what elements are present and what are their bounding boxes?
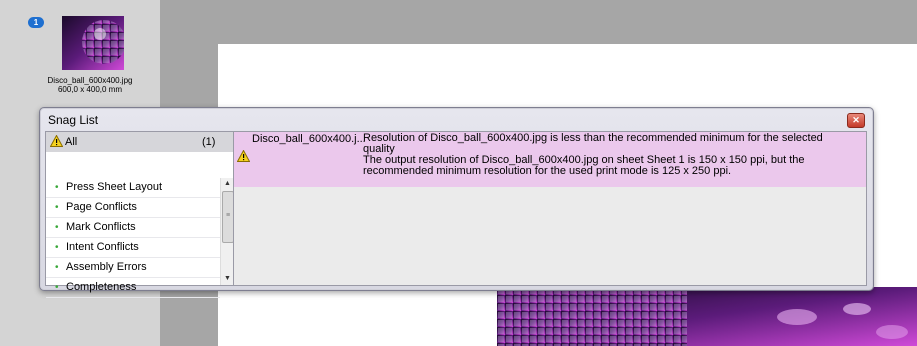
category-label: Intent Conflicts [66, 241, 139, 253]
close-icon[interactable]: ✕ [847, 113, 865, 128]
category-press-sheet-layout[interactable]: • Press Sheet Layout [46, 178, 220, 198]
warning-icon [50, 135, 63, 147]
all-snags-count: (1) [202, 136, 216, 148]
category-label: Assembly Errors [66, 261, 147, 273]
issue-message-line: recommended minimum resolution for the u… [363, 165, 732, 177]
snag-category-pane: All (1) • Press Sheet Layout • Page Confli… [45, 131, 234, 298]
category-label: Page Conflicts [66, 201, 137, 213]
category-page-conflicts[interactable]: • Page Conflicts [46, 198, 220, 218]
category-completeness[interactable]: • Completeness [46, 278, 220, 298]
all-snags-item[interactable]: All (1) [46, 132, 233, 152]
category-list: • Press Sheet Layout • Page Conflicts • Mar… [46, 178, 220, 298]
category-intent-conflicts[interactable]: • Intent Conflicts [46, 238, 220, 258]
category-scrollbar[interactable]: ▲ ≡ ▼ [220, 178, 234, 285]
bullet-icon: • [55, 182, 59, 193]
bullet-icon: • [55, 262, 59, 273]
bullet-icon: • [55, 242, 59, 253]
snag-list-window[interactable]: Snag List ✕ All (1) • Press Sheet Layout … [39, 107, 874, 298]
bullet-icon: • [55, 282, 59, 293]
snag-issue-row[interactable]: Disco_ball_600x400.j... Resolution of Di… [234, 132, 866, 187]
placed-image[interactable] [497, 287, 917, 346]
thumbnail-file-name: Disco_ball_600x400.jpg [47, 76, 133, 85]
category-label: Completeness [66, 281, 137, 293]
all-snags-label: All [65, 136, 78, 148]
snag-list-title: Snag List [48, 113, 99, 127]
bullet-icon: • [55, 202, 59, 213]
category-label: Press Sheet Layout [66, 181, 163, 193]
issue-message: Resolution of Disco_ball_600x400.jpg is … [363, 133, 858, 177]
snag-details-pane: Disco_ball_600x400.j... Resolution of Di… [233, 131, 867, 286]
issue-message-line: Resolution of Disco_ball_600x400.jpg is … [363, 132, 823, 144]
page-thumbnail[interactable] [62, 16, 124, 70]
category-assembly-errors[interactable]: • Assembly Errors [46, 258, 220, 278]
thumbnail-dimensions: 600,0 x 400,0 mm [57, 85, 123, 94]
issue-file-name: Disco_ball_600x400.j... [252, 133, 366, 145]
bullet-icon: • [55, 222, 59, 233]
page-number-badge: 1 [28, 17, 44, 28]
category-label: Mark Conflicts [66, 221, 136, 233]
warning-icon [237, 150, 250, 162]
category-mark-conflicts[interactable]: • Mark Conflicts [46, 218, 220, 238]
